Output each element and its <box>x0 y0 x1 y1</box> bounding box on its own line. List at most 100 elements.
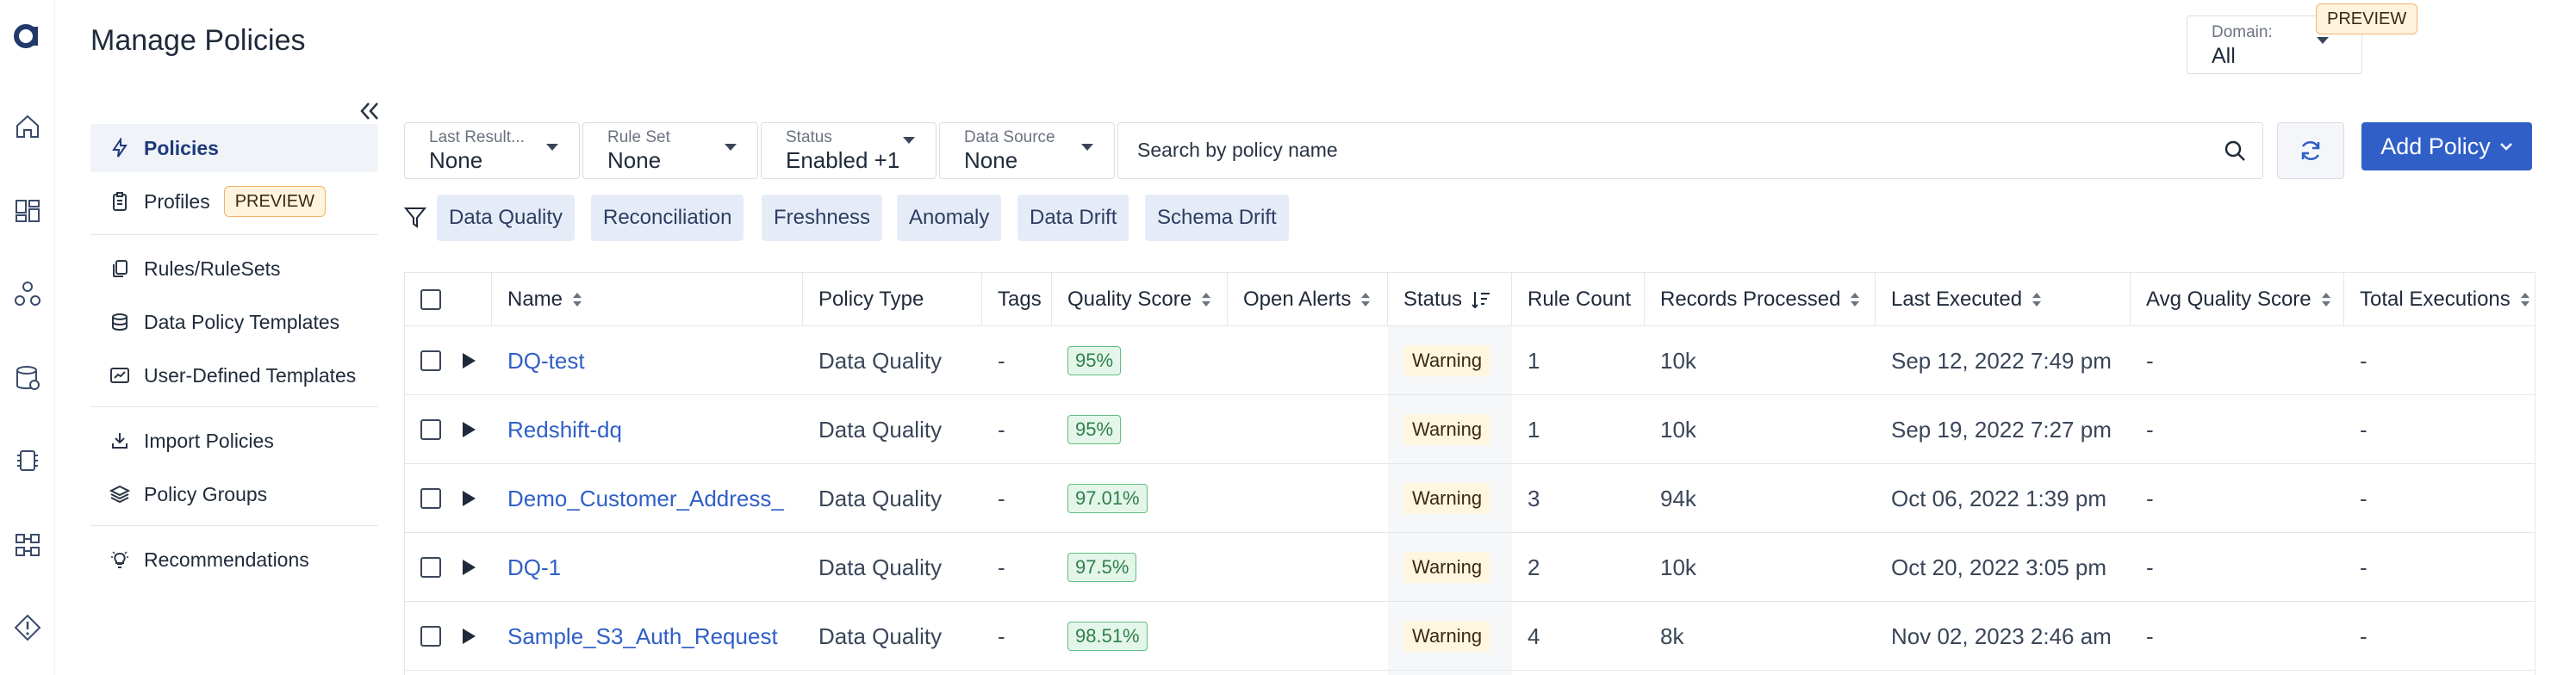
row-checkbox-cell <box>405 395 453 464</box>
col-total-executions[interactable]: Total Executions <box>2344 273 2535 326</box>
policy-type: Data Quality <box>818 554 943 580</box>
table-row[interactable]: DQ-test Data Quality - 95% Warning 1 10k… <box>405 326 2535 395</box>
play-icon[interactable] <box>460 627 477 646</box>
chip-anomaly[interactable]: Anomaly <box>897 195 1002 241</box>
records-processed: 10k <box>1660 416 1696 443</box>
play-icon[interactable] <box>460 489 477 508</box>
records-processed: 10k <box>1660 347 1696 374</box>
policy-type: Data Quality <box>818 347 943 374</box>
policy-type: Data Quality <box>818 416 943 443</box>
last-executed: Sep 19, 2022 7:27 pm <box>1891 416 2112 443</box>
col-name[interactable]: Name <box>492 273 803 326</box>
col-quality-score-label: Quality Score <box>1067 288 1192 311</box>
policy-name-link[interactable]: DQ-test <box>492 326 803 395</box>
col-avg-quality-score[interactable]: Avg Quality Score <box>2131 273 2344 326</box>
subnav-label: User-Defined Templates <box>144 363 357 387</box>
subnav-item-data-policy-templates[interactable]: Data Policy Templates <box>90 298 378 346</box>
table-row[interactable]: DQ-1 Data Quality - 97.5% Warning 2 10k … <box>405 533 2535 602</box>
home-icon[interactable] <box>13 112 42 141</box>
divider <box>90 406 378 407</box>
chip-data-drift[interactable]: Data Drift <box>1017 195 1129 241</box>
alert-diamond-icon[interactable] <box>13 613 42 642</box>
domain-label: Domain: <box>2212 23 2273 41</box>
run-cell <box>453 533 492 602</box>
rule-count: 3 <box>1528 485 1540 511</box>
app-logo[interactable] <box>12 19 43 50</box>
sort-descending-icon[interactable] <box>1471 289 1491 310</box>
col-records-processed[interactable]: Records Processed <box>1645 273 1876 326</box>
select-all-checkbox[interactable] <box>420 289 441 310</box>
table-row[interactable]: Redshift-dq Data Quality - 95% Warning 1… <box>405 395 2535 464</box>
sort-icon[interactable] <box>1200 290 1212 309</box>
policy-name-link[interactable]: Demo_Customer_Address_ <box>492 464 803 533</box>
subnav-item-profiles[interactable]: Profiles PREVIEW <box>90 177 378 226</box>
icon-rail <box>0 0 55 675</box>
policy-type: Data Quality <box>818 485 943 511</box>
play-icon[interactable] <box>460 351 477 370</box>
data-source-filter[interactable]: Data Source None <box>939 122 1115 179</box>
policy-search-input[interactable]: Search by policy name <box>1117 122 2263 179</box>
rule-count: 2 <box>1528 554 1540 580</box>
chip-icon[interactable] <box>13 446 42 475</box>
table-row[interactable]: Demo_Customer_Address_ Data Quality - 97… <box>405 464 2535 533</box>
caret-down-icon <box>2317 37 2329 44</box>
status-cell: Warning <box>1388 464 1512 533</box>
status-cell: Warning <box>1388 395 1512 464</box>
chip-reconciliation[interactable]: Reconciliation <box>591 195 744 241</box>
chip-data-quality[interactable]: Data Quality <box>437 195 576 241</box>
col-last-executed[interactable]: Last Executed <box>1876 273 2131 326</box>
page-title: Manage Policies <box>90 24 306 57</box>
row-checkbox[interactable] <box>420 557 441 578</box>
status-cell: Warning <box>1388 326 1512 395</box>
row-checkbox[interactable] <box>420 350 441 371</box>
subnav-label: Data Policy Templates <box>144 310 340 333</box>
layers-icon <box>109 485 130 504</box>
rule-set-filter[interactable]: Rule Set None <box>582 122 758 179</box>
table-row[interactable]: Sample_S3_Auth_Request Data Quality - 98… <box>405 602 2535 671</box>
caret-down-icon <box>546 144 558 151</box>
subnav-item-user-defined-templates[interactable]: User-Defined Templates <box>90 351 378 399</box>
policy-name-link[interactable]: Sample_S3_Auth_Request <box>492 602 803 671</box>
last-result-filter[interactable]: Last Result... None <box>404 122 580 179</box>
policy-name-link[interactable]: DQ-1 <box>492 533 803 602</box>
play-icon[interactable] <box>460 558 477 577</box>
subnav-item-policies[interactable]: Policies <box>90 124 378 172</box>
dashboard-icon[interactable] <box>13 196 42 226</box>
refresh-button[interactable] <box>2277 122 2344 179</box>
col-open-alerts[interactable]: Open Alerts <box>1228 273 1388 326</box>
subnav-item-policy-groups[interactable]: Policy Groups <box>90 470 378 518</box>
sort-icon[interactable] <box>2031 290 2043 309</box>
total-executions: - <box>2360 554 2368 580</box>
database-icon[interactable] <box>13 363 42 393</box>
row-checkbox[interactable] <box>420 626 441 647</box>
subnav-item-rules[interactable]: Rules/RuleSets <box>90 245 378 293</box>
row-checkbox[interactable] <box>420 488 441 509</box>
filter-icon[interactable] <box>403 205 427 229</box>
status-filter[interactable]: Status Enabled +1 <box>761 122 936 179</box>
policy-name-link[interactable]: Redshift-dq <box>492 395 803 464</box>
subnav-item-recommendations[interactable]: Recommendations <box>90 536 378 584</box>
subnav-item-import-policies[interactable]: Import Policies <box>90 417 378 465</box>
sort-icon[interactable] <box>1849 290 1861 309</box>
sort-icon[interactable] <box>2519 290 2531 309</box>
col-status[interactable]: Status <box>1388 273 1512 326</box>
records-processed: 94k <box>1660 485 1696 511</box>
status-badge: Warning <box>1403 345 1491 376</box>
chip-schema-drift[interactable]: Schema Drift <box>1145 195 1289 241</box>
row-checkbox[interactable] <box>420 419 441 440</box>
chip-freshness[interactable]: Freshness <box>762 195 883 241</box>
workflow-icon[interactable] <box>13 530 42 560</box>
network-icon[interactable] <box>13 279 42 308</box>
collapse-sidebar-icon[interactable] <box>357 98 383 124</box>
col-quality-score[interactable]: Quality Score <box>1052 273 1228 326</box>
add-policy-button[interactable]: Add Policy <box>2361 122 2532 170</box>
play-icon[interactable] <box>460 420 477 439</box>
row-checkbox-cell <box>405 602 453 671</box>
caret-down-icon <box>1081 144 1093 151</box>
sort-icon[interactable] <box>571 290 583 309</box>
filter-label: Last Result... <box>429 128 525 146</box>
sort-icon[interactable] <box>2320 290 2332 309</box>
search-icon[interactable] <box>2223 139 2247 163</box>
sort-icon[interactable] <box>1360 290 1372 309</box>
total-executions: - <box>2360 416 2368 443</box>
